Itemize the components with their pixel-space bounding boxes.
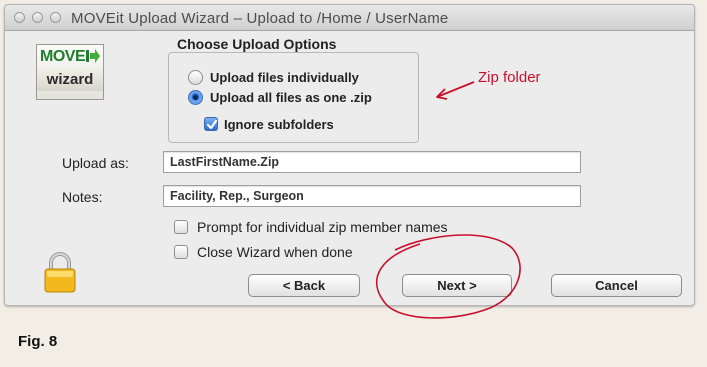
upload-as-label: Upload as: xyxy=(62,155,129,171)
zoom-window-icon[interactable] xyxy=(50,12,61,23)
upload-zip-label[interactable]: Upload all files as one .zip xyxy=(210,90,372,105)
zip-folder-annotation: Zip folder xyxy=(478,69,541,86)
close-window-icon[interactable] xyxy=(14,12,25,23)
upload-individually-radio[interactable] xyxy=(188,70,203,85)
close-wizard-label[interactable]: Close Wizard when done xyxy=(197,244,353,260)
prompt-member-names-checkbox[interactable] xyxy=(174,220,188,234)
notes-input[interactable]: Facility, Rep., Surgeon xyxy=(163,185,581,207)
logo-wizard-text: wizard xyxy=(37,69,103,91)
title-bar[interactable]: MOVEit Upload Wizard – Upload to /Home /… xyxy=(5,5,694,31)
logo-arrow-icon xyxy=(86,49,100,63)
next-button[interactable]: Next > xyxy=(402,274,512,297)
notes-label: Notes: xyxy=(62,189,103,205)
upload-zip-radio[interactable] xyxy=(188,90,203,105)
checkmark-icon xyxy=(206,119,218,130)
cancel-button[interactable]: Cancel xyxy=(551,274,682,297)
window-title: MOVEit Upload Wizard – Upload to /Home /… xyxy=(71,10,449,27)
moveit-wizard-logo: MOVE wizard xyxy=(36,44,104,100)
logo-move-text: MOVE xyxy=(40,48,86,65)
lock-icon[interactable] xyxy=(42,250,78,294)
ignore-subfolders-checkbox[interactable] xyxy=(204,117,218,131)
minimize-window-icon[interactable] xyxy=(32,12,43,23)
upload-as-input[interactable]: LastFirstName.Zip xyxy=(163,151,581,173)
upload-individually-label[interactable]: Upload files individually xyxy=(210,70,359,85)
close-wizard-checkbox[interactable] xyxy=(174,245,188,259)
figure-caption: Fig. 8 xyxy=(18,333,58,350)
back-button[interactable]: < Back xyxy=(248,274,360,297)
upload-options-title: Choose Upload Options xyxy=(174,36,340,52)
prompt-member-names-label[interactable]: Prompt for individual zip member names xyxy=(197,219,448,235)
ignore-subfolders-label[interactable]: Ignore subfolders xyxy=(224,117,334,132)
